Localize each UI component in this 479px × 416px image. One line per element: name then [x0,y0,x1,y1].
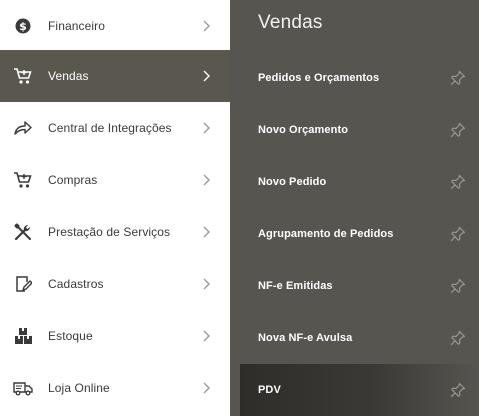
menu-item-vendas[interactable]: Vendas [0,50,230,102]
menu-item-central-integracoes[interactable]: Central de Integrações [0,102,230,154]
chevron-right-icon [198,120,214,136]
menu-item-loja-online[interactable]: Loja Online [0,362,230,414]
submenu-item-label: Pedidos e Orçamentos [258,72,380,84]
menu-item-estoque[interactable]: Estoque [0,310,230,362]
menu-item-label: Estoque [48,329,93,343]
pin-icon[interactable] [449,277,467,295]
submenu-item-nfe-emitidas[interactable]: NF-e Emitidas [230,260,479,312]
submenu-item-label: Novo Pedido [258,176,327,188]
pin-icon[interactable] [449,121,467,139]
submenu-item-label: NF-e Emitidas [258,280,333,292]
svg-text:$: $ [19,20,27,33]
boxes-icon [13,326,33,346]
pin-icon[interactable] [449,173,467,191]
pin-icon[interactable] [449,381,467,399]
cart-icon [13,170,33,190]
chevron-right-icon [198,172,214,188]
submenu-item-nova-nfe-avulsa[interactable]: Nova NF-e Avulsa [230,312,479,364]
menu-item-label: Central de Integrações [48,121,172,135]
truck-icon [13,378,33,398]
menu-item-label: Vendas [48,69,89,83]
menu-item-label: Compras [48,173,98,187]
chevron-right-icon [198,68,214,84]
edit-icon [13,274,33,294]
submenu-item-novo-orcamento[interactable]: Novo Orçamento [230,104,479,156]
submenu-item-agrupamento-pedidos[interactable]: Agrupamento de Pedidos [230,208,479,260]
submenu-item-label: Novo Orçamento [258,124,349,136]
pin-icon[interactable] [449,225,467,243]
menu-item-cadastros[interactable]: Cadastros [0,258,230,310]
submenu-title: Vendas [258,12,323,33]
submenu-item-pdv[interactable]: PDV [240,364,479,416]
submenu-item-novo-pedido[interactable]: Novo Pedido [230,156,479,208]
chevron-right-icon [198,276,214,292]
pin-icon[interactable] [449,69,467,87]
menu-item-prestacao-servicos[interactable]: Prestação de Serviços [0,206,230,258]
menu-item-label: Cadastros [48,277,104,291]
tools-icon [13,222,33,242]
menu-item-label: Prestação de Serviços [48,225,171,239]
submenu-item-pedidos-orcamentos[interactable]: Pedidos e Orçamentos [230,52,479,104]
chevron-right-icon [198,380,214,396]
submenu-item-label: Agrupamento de Pedidos [258,228,394,240]
menu-item-label: Loja Online [48,381,110,395]
submenu-item-label: PDV [258,384,281,396]
pin-icon[interactable] [449,329,467,347]
share-arrow-icon [13,118,33,138]
chevron-right-icon [198,328,214,344]
dollar-circle-icon: $ [13,16,33,36]
menu-item-label: Financeiro [48,19,106,33]
chevron-right-icon [198,18,214,34]
chevron-right-icon [198,224,214,240]
menu-item-financeiro[interactable]: $ Financeiro [0,0,230,52]
app-menu: $ Financeiro Vendas Central de Integraçõ… [0,0,479,416]
submenu-panel: Vendas Pedidos e Orçamentos Novo Orçamen… [230,0,479,416]
submenu-item-label: Nova NF-e Avulsa [258,332,353,344]
main-menu: $ Financeiro Vendas Central de Integraçõ… [0,0,230,416]
cart-icon [13,66,33,86]
menu-item-compras[interactable]: Compras [0,154,230,206]
